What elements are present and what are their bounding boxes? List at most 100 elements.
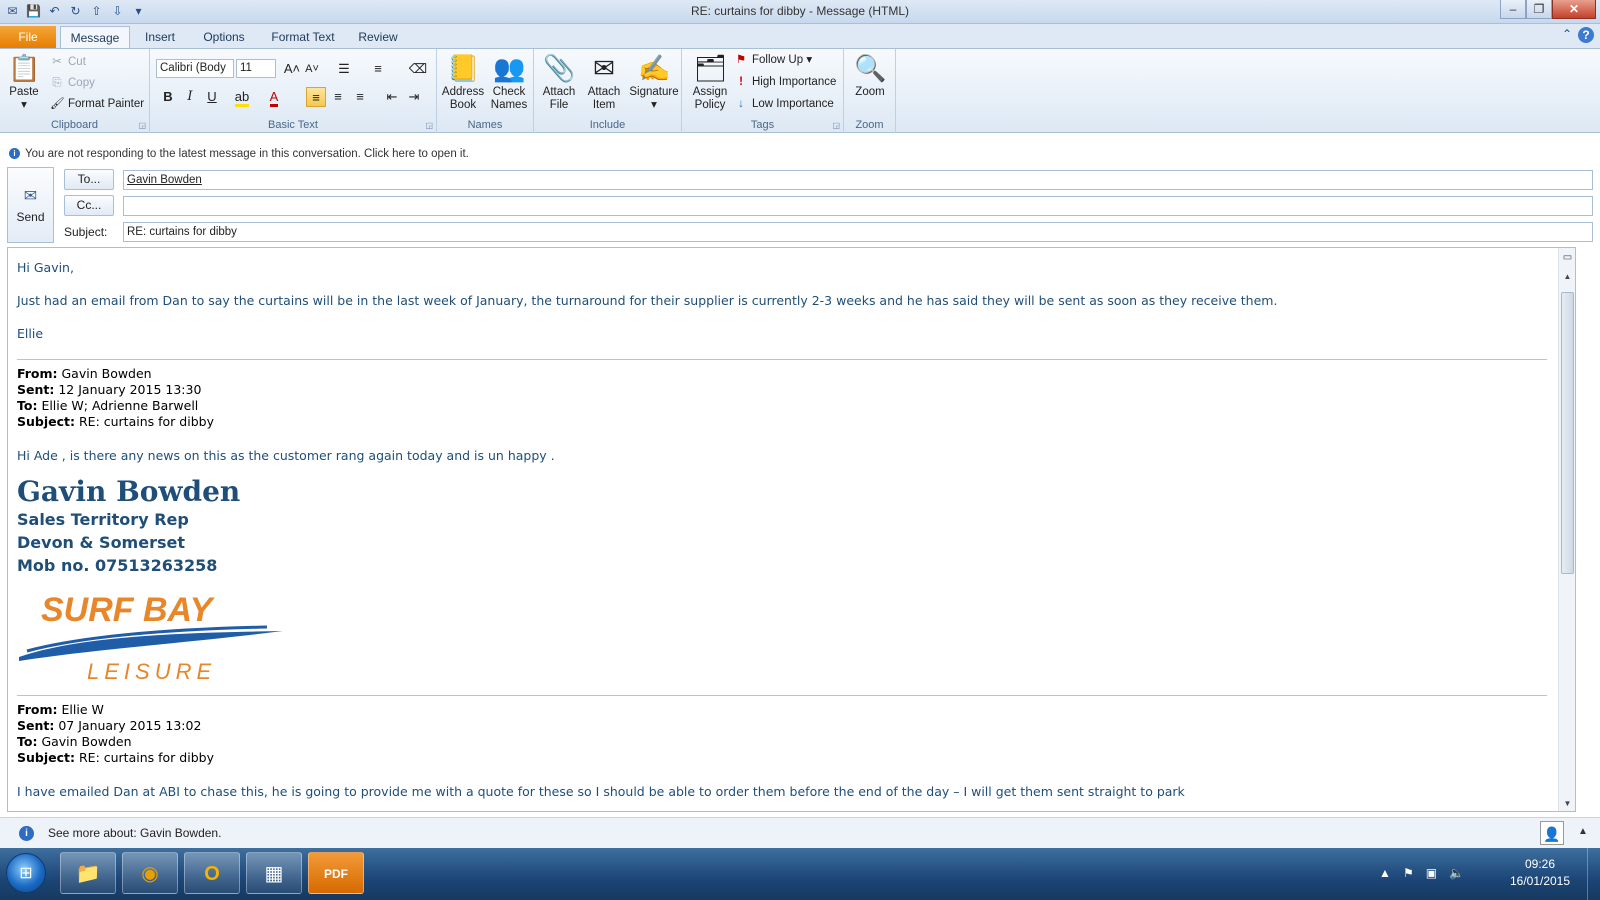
scissors-icon: ✂ — [52, 56, 62, 68]
tab-message[interactable]: Message — [60, 26, 130, 48]
clipboard-launcher-icon[interactable]: ◲ — [138, 121, 146, 130]
check-names-icon: 👥 — [493, 53, 526, 83]
message-body[interactable]: Hi Gavin, Just had an email from Dan to … — [7, 247, 1576, 812]
grow-font-button[interactable]: A˄ — [282, 59, 302, 79]
align-right-button[interactable]: ≡ — [350, 87, 370, 107]
cc-field[interactable] — [123, 196, 1593, 216]
font-name-combo[interactable]: Calibri (Body — [156, 59, 234, 78]
show-desktop-button[interactable] — [1587, 848, 1600, 900]
action-center-flag-icon[interactable]: ⚑ — [1403, 866, 1414, 880]
maximize-button[interactable]: ❐ — [1526, 0, 1552, 19]
attach-item-button[interactable]: ✉ Attach Item — [582, 52, 626, 112]
calculator-taskbar-icon[interactable]: ▦ — [246, 852, 302, 894]
cc-button[interactable]: Cc... — [64, 195, 114, 216]
people-pane-text[interactable]: See more about: Gavin Bowden. — [48, 826, 221, 840]
scroll-thumb[interactable] — [1561, 292, 1574, 574]
flag-icon: ⚑ — [735, 54, 747, 66]
tags-label: Tags — [750, 119, 775, 131]
highlight-icon[interactable]: ab — [232, 87, 252, 107]
tab-insert[interactable]: Insert — [136, 26, 184, 48]
chrome-taskbar-icon[interactable]: ◉ — [122, 852, 178, 894]
cut-button[interactable]: ✂ Cut — [50, 53, 86, 71]
signature-mobile: Mob no. 07513263258 — [17, 556, 218, 575]
subject-field[interactable]: RE: curtains for dibby — [123, 222, 1593, 242]
decrease-indent-button[interactable]: ⇤ — [382, 87, 402, 107]
to-recipient[interactable]: Gavin Bowden — [127, 174, 202, 186]
collapse-ribbon-icon[interactable]: ⌃ — [1562, 27, 1572, 43]
basic-text-launcher-icon[interactable]: ◲ — [425, 121, 433, 130]
numbering-button[interactable]: ≡ — [368, 59, 388, 79]
clear-formatting-button[interactable]: ⌫ — [408, 59, 428, 79]
info-icon: i — [9, 148, 20, 159]
network-icon[interactable]: ▣ — [1426, 866, 1437, 880]
outlook-taskbar-icon[interactable]: O — [184, 852, 240, 894]
surf-bay-leisure-logo: SURF BAY LEISURE — [19, 591, 283, 684]
taskbar: ⊞ 📁 ◉ O ▦ PDF ▲ ⚑ ▣ 🔈 09:26 16/01/2015 — [0, 848, 1600, 900]
policy-icon: 🗂 — [694, 53, 728, 83]
scroll-up-icon[interactable]: ▲ — [1559, 272, 1575, 281]
italic-button[interactable]: I — [180, 87, 200, 107]
high-importance-button[interactable]: ! High Importance — [734, 73, 836, 91]
clipboard-group: 📋 Paste ▾ ✂ Cut ⎘ Copy 🖌 Format Painter Clip… — [0, 49, 150, 133]
assign-policy-button[interactable]: 🗂 Assign Policy — [686, 52, 734, 112]
align-left-button[interactable]: ≡ — [306, 87, 326, 107]
tags-launcher-icon[interactable]: ◲ — [832, 121, 840, 130]
show-hidden-icons[interactable]: ▲ — [1379, 866, 1391, 880]
paste-button[interactable]: 📋 Paste ▾ — [4, 52, 44, 112]
send-button[interactable]: ✉ Send — [7, 167, 54, 243]
follow-up-button[interactable]: ⚑ Follow Up ▾ — [734, 51, 812, 69]
tab-review[interactable]: Review — [352, 26, 404, 48]
format-painter-button[interactable]: 🖌 Format Painter — [50, 95, 144, 113]
close-button[interactable]: ✕ — [1552, 0, 1596, 19]
underline-button[interactable]: U — [202, 87, 222, 107]
signature-button[interactable]: ✍ Signature ▾ — [628, 52, 680, 112]
check-names-button[interactable]: 👥 Check Names — [487, 52, 531, 112]
tab-options[interactable]: Options — [196, 26, 252, 48]
signature-region: Devon & Somerset — [17, 533, 185, 552]
bullets-button[interactable]: ☰ — [334, 59, 354, 79]
minimize-button[interactable]: – — [1500, 0, 1526, 19]
clock[interactable]: 09:26 16/01/2015 — [1505, 856, 1575, 890]
pdf-taskbar-icon[interactable]: PDF — [308, 852, 364, 894]
align-center-button[interactable]: ≡ — [328, 87, 348, 107]
tab-format-text[interactable]: Format Text — [266, 26, 340, 48]
conversation-info-bar[interactable]: i You are not responding to the latest m… — [0, 144, 1600, 164]
paste-icon: 📋 — [8, 53, 41, 83]
volume-icon[interactable]: 🔈 — [1449, 866, 1464, 880]
logo-top-text: SURF BAY — [41, 591, 216, 629]
help-icon[interactable]: ? — [1578, 27, 1594, 43]
ribbon-tabs: File Message Insert Options Format Text … — [0, 24, 1600, 48]
expand-people-pane-icon[interactable]: ▲ — [1578, 826, 1588, 837]
copy-icon: ⎘ — [52, 77, 62, 89]
copy-button[interactable]: ⎘ Copy — [50, 74, 94, 92]
low-importance-button[interactable]: ↓ Low Importance — [734, 95, 834, 113]
message-content[interactable]: Hi Gavin, Just had an email from Dan to … — [17, 248, 1552, 799]
tab-file[interactable]: File — [0, 26, 56, 48]
shrink-font-button[interactable]: A˅ — [302, 59, 322, 79]
bold-button[interactable]: B — [158, 87, 178, 107]
attach-file-button[interactable]: 📎 Attach File — [538, 52, 580, 112]
info-bar-text: You are not responding to the latest mes… — [25, 148, 469, 160]
down-arrow-icon: ↓ — [738, 98, 744, 110]
start-button[interactable]: ⊞ — [6, 853, 46, 893]
increase-indent-button[interactable]: ⇥ — [404, 87, 424, 107]
signature-name: Gavin Bowden — [17, 475, 241, 508]
to-field[interactable]: Gavin Bowden — [123, 170, 1593, 190]
contact-avatar[interactable]: 👤 — [1540, 821, 1564, 845]
to-button[interactable]: To... — [64, 169, 114, 190]
include-label: Include — [589, 119, 626, 131]
vertical-scrollbar[interactable]: ▭ ▲ ▼ — [1558, 248, 1575, 811]
logo-wave — [19, 631, 283, 661]
quoted-body-2: I have emailed Dan at ABI to chase this,… — [17, 784, 1185, 799]
font-color-icon[interactable]: A — [264, 87, 284, 107]
address-book-button[interactable]: 📒 Address Book — [441, 52, 485, 112]
body-paragraph: Just had an email from Dan to say the cu… — [17, 293, 1278, 308]
explorer-taskbar-icon[interactable]: 📁 — [60, 852, 116, 894]
ruler-icon[interactable]: ▭ — [1559, 252, 1575, 263]
paperclip-icon: 📎 — [543, 53, 576, 83]
scroll-down-icon[interactable]: ▼ — [1559, 799, 1575, 808]
zoom-button[interactable]: 🔍 Zoom — [848, 52, 892, 99]
font-size-combo[interactable]: 11 — [236, 59, 276, 78]
tags-group: 🗂 Assign Policy ⚑ Follow Up ▾ ! High Impor… — [682, 49, 844, 133]
exclamation-icon: ! — [739, 76, 743, 88]
